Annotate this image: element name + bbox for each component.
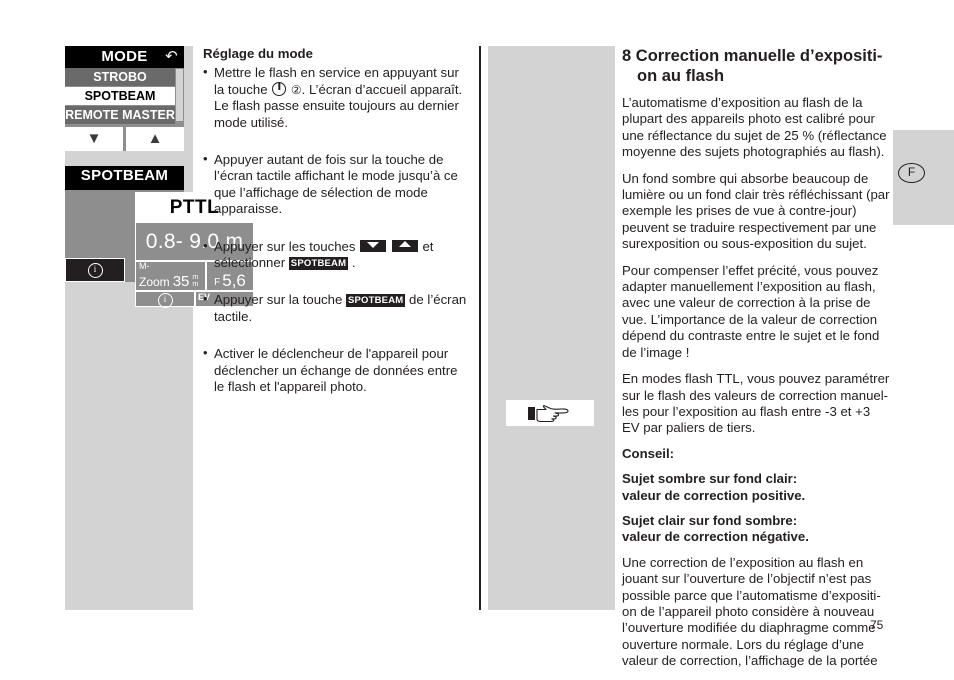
back-arrow-icon[interactable]: ↶: [165, 47, 178, 67]
column-divider: [479, 46, 481, 610]
power-icon: [272, 81, 287, 96]
pttl-info-button[interactable]: i: [136, 292, 196, 308]
list-item: Appuyer sur les touches et sélectionner …: [203, 238, 468, 272]
middle-text-column: Réglage du mode Mettre le flash en servi…: [203, 46, 468, 417]
manual-page: PTTL 0.8- 9.0 m M- Zoom 35 mm F 5,6 i EV: [0, 0, 954, 668]
paragraph-1: L’automatisme d’exposition au flash de l…: [622, 95, 887, 160]
pttl-m-prefix: M-: [139, 261, 150, 271]
arrow-down-button[interactable]: ▼: [65, 127, 126, 151]
mode-arrow-buttons: ▼ ▲: [65, 125, 184, 151]
mode-screen: MODE ↶ STROBO SPOTBEAM REMOTE MASTER ▼ ▲: [65, 46, 184, 166]
step-3-text-part3: .: [348, 255, 356, 271]
arrow-down-icon: ▼: [86, 130, 102, 147]
spotbeam-screen-title: SPOTBEAM: [65, 166, 184, 190]
tip-1-line1: Sujet sombre sur fond clair:: [622, 471, 798, 487]
mode-setting-steps: Mettre le flash en service en appuyant s…: [203, 64, 468, 395]
info-icon: i: [87, 262, 103, 278]
mode-screen-title: MODE: [101, 48, 148, 65]
pointing-hand-icon: [528, 405, 569, 423]
spotbeam-token: SPOTBEAM: [345, 294, 406, 308]
step-3-text-part1: Appuyer sur les touches: [214, 238, 360, 254]
arrow-up-icon: [391, 239, 418, 252]
arrow-up-button[interactable]: ▲: [126, 127, 184, 151]
step-2-text: Appuyer autant de fois sur la touche de …: [214, 152, 458, 217]
page-title: 8 Correction manuelle d’expositi- on au …: [622, 46, 890, 86]
mode-item-strobo[interactable]: STROBO: [65, 68, 175, 87]
list-item: Appuyer sur la touche SPOTBEAM de l’écra…: [203, 291, 468, 325]
middle-illustration-panel: [488, 46, 615, 610]
spotbeam-token: SPOTBEAM: [288, 257, 349, 271]
hand-pointer-note: [506, 400, 594, 426]
right-text-column: 8 Correction manuelle d’expositi- on au …: [622, 46, 890, 680]
section-title-line2: on au flash: [637, 67, 725, 85]
spotbeam-info-button[interactable]: i: [65, 258, 125, 282]
tip-2-line2: valeur de correction négative.: [622, 529, 809, 545]
mode-item-spotbeam[interactable]: SPOTBEAM: [65, 87, 175, 106]
step-5-text: Activer le déclencheur de l'appareil pou…: [214, 346, 458, 395]
arrow-down-icon: [360, 239, 387, 252]
tip-1-line2: valeur de correction positive.: [622, 487, 806, 503]
mode-screen-header: MODE ↶: [65, 46, 184, 68]
paragraph-3: Pour compenser l’effet précité, vous pou…: [622, 262, 880, 360]
arrow-up-icon: ▲: [147, 130, 163, 147]
step-4-text-part1: Appuyer sur la touche: [214, 292, 346, 308]
callout-two-icon: ②: [290, 82, 302, 97]
pttl-zoom-unit: mm: [192, 274, 199, 288]
left-illustration-panel: PTTL 0.8- 9.0 m M- Zoom 35 mm F 5,6 i EV: [65, 46, 254, 610]
pttl-zoom-field: M- Zoom 35 mm: [136, 261, 207, 290]
paragraph-4: En modes flash TTL, vous pouvez paramétr…: [622, 371, 890, 436]
pttl-zoom-label: Zoom: [139, 275, 170, 289]
language-mark-f: F: [898, 163, 925, 183]
tip-2: Sujet clair sur fond sombre: valeur de co…: [622, 513, 890, 546]
mode-list: STROBO SPOTBEAM REMOTE MASTER: [65, 68, 184, 125]
tip-2-line1: Sujet clair sur fond sombre:: [622, 512, 798, 528]
middle-column-heading: Réglage du mode: [203, 46, 313, 61]
tip-1: Sujet sombre sur fond clair: valeur de co…: [622, 471, 890, 504]
info-icon: i: [157, 292, 173, 308]
list-item: Mettre le flash en service en appuyant s…: [203, 64, 468, 131]
tip-label: Conseil:: [622, 445, 675, 461]
list-item: Appuyer autant de fois sur la touche de …: [203, 151, 468, 218]
paragraph-2: Un fond sombre qui absorbe beaucoup de l…: [622, 170, 890, 252]
pttl-zoom-value: 35: [172, 273, 190, 290]
section-title-line1: Correction manuelle d’expositi-: [635, 47, 883, 65]
page-number: 75: [870, 618, 884, 632]
closing-paragraph: Une correction de l’exposition au flash …: [622, 554, 881, 669]
section-number: 8: [622, 47, 632, 65]
mode-scrollbar-thumb[interactable]: [176, 69, 183, 121]
mode-item-remote-master[interactable]: REMOTE MASTER: [65, 106, 175, 125]
list-item: Activer le déclencheur de l'appareil pou…: [203, 345, 468, 395]
